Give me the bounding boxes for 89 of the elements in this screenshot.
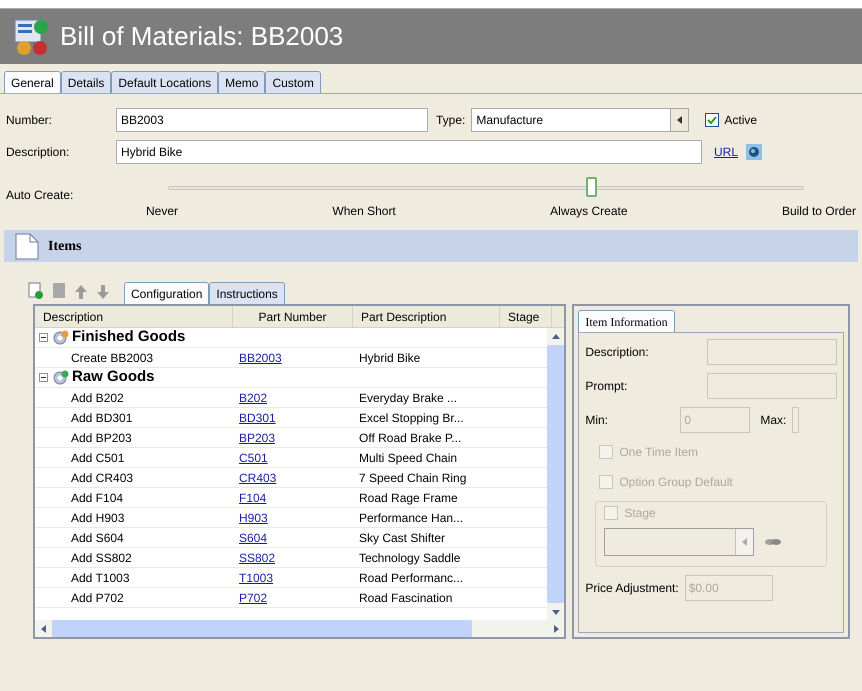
tab[interactable]: Memo (218, 71, 266, 93)
part-number-link[interactable]: T1003 (239, 568, 274, 586)
table-cell-text: Performance Han... (358, 510, 464, 526)
part-number-link[interactable]: B202 (239, 388, 268, 406)
table-cell-text: Add H903 (70, 510, 126, 526)
table-cell-text: Road Performanc... (358, 570, 464, 586)
table-cell-text: 7 Speed Chain Ring (358, 470, 468, 486)
table-cell-text: Add T1003 (70, 570, 130, 586)
table-cell-text: Add BP203 (70, 430, 133, 446)
table-cell-text: Everyday Brake ... (358, 390, 458, 406)
active-checkbox[interactable] (705, 113, 720, 127)
globe-icon[interactable] (746, 144, 762, 160)
type-label: Type: (436, 112, 466, 129)
description-label: Description: (6, 144, 70, 161)
gear-icon (51, 370, 69, 386)
tab[interactable]: General (4, 71, 61, 93)
table-cell-text: Add BD301 (70, 410, 134, 426)
auto-create-label: Auto Create: (6, 187, 74, 204)
scroll-up-icon[interactable] (550, 332, 561, 342)
collapse-icon[interactable] (39, 333, 48, 342)
active-label: Active (724, 112, 758, 129)
table-cell-text: Add SS802 (70, 550, 133, 566)
description-label: Description: (585, 344, 649, 361)
table-cell-text: Excel Stopping Br... (358, 410, 465, 426)
column-header[interactable]: Part Description (353, 306, 500, 327)
slider-stop-label: Build to Order (782, 203, 856, 220)
table-cell-text: Sky Cast Shifter (358, 530, 446, 546)
collapse-icon[interactable] (39, 373, 48, 382)
table-cell-text: Multi Speed Chain (358, 450, 458, 466)
gear-icon (51, 330, 69, 346)
table-cell-text: Off Road Brake P... (358, 430, 462, 446)
group-label: Raw Goods (72, 367, 155, 388)
tab[interactable]: Details (60, 71, 112, 93)
items-title: Items (48, 238, 82, 256)
number-label: Number: (6, 112, 54, 129)
horizontal-scrollbar[interactable] (35, 620, 564, 637)
part-number-link[interactable]: BB2003 (239, 348, 282, 366)
min-label: Min: (585, 412, 609, 429)
group-label: Finished Goods (72, 328, 186, 348)
document-icon (14, 232, 40, 260)
tab[interactable]: Instructions (209, 282, 285, 304)
add-document-icon[interactable] (28, 282, 44, 300)
slider-thumb[interactable] (586, 177, 597, 197)
description-field[interactable]: Hybrid Bike (116, 140, 702, 164)
part-number-link[interactable]: S604 (239, 528, 268, 546)
tab[interactable]: Custom (265, 71, 321, 93)
table-cell-text: Road Fascination (358, 590, 454, 606)
prompt-label: Prompt: (585, 378, 628, 395)
document-icon[interactable] (52, 282, 66, 300)
part-number-link[interactable]: C501 (239, 448, 268, 466)
column-header[interactable]: Part Number (233, 306, 353, 327)
table-cell-text: Add S604 (70, 530, 125, 546)
table-cell-text: Add C501 (70, 450, 126, 466)
max-label: Max: (760, 412, 786, 429)
column-header[interactable]: Description (35, 306, 233, 327)
table-cell-text: Technology Saddle (358, 550, 462, 566)
type-dropdown[interactable]: Manufacture (471, 108, 690, 132)
table-cell-text: Add CR403 (70, 470, 134, 486)
table-cell-text: Add B202 (70, 390, 125, 406)
table-cell-text: Add F104 (70, 490, 124, 506)
part-number-link[interactable]: H903 (239, 508, 268, 526)
scroll-left-icon[interactable] (38, 624, 48, 634)
checkbox-label: Option Group Default (619, 474, 733, 491)
slider-stop-label: When Short (332, 203, 396, 220)
dropdown-arrow-icon[interactable] (674, 115, 685, 125)
part-number-link[interactable]: BD301 (239, 408, 276, 426)
url-link[interactable]: URL (714, 143, 738, 161)
table-cell-text: Create BB2003 (70, 350, 154, 366)
number-field[interactable]: BB2003 (116, 108, 428, 132)
table-cell-text: Hybrid Bike (358, 350, 422, 366)
tab[interactable]: Default Locations (111, 71, 218, 93)
part-number-link[interactable]: P702 (239, 588, 268, 606)
part-number-link[interactable]: SS802 (239, 548, 276, 566)
table-cell-text: Add P702 (70, 590, 125, 606)
slider-stop-label: Never (146, 203, 178, 220)
up-arrow-icon[interactable] (74, 284, 88, 300)
slider-stop-label: Always Create (550, 203, 628, 220)
window-title: Bill of Materials: BB2003 (60, 20, 344, 53)
part-number-link[interactable]: BP203 (239, 428, 276, 446)
vertical-scrollbar[interactable] (547, 328, 564, 620)
part-number-link[interactable]: CR403 (239, 468, 276, 486)
table-cell-text: Road Rage Frame (358, 490, 459, 506)
part-number-link[interactable]: F104 (239, 488, 266, 506)
price-adjustment-label: Price Adjustment: (585, 580, 679, 597)
column-header[interactable]: Stage (500, 306, 552, 327)
checkbox-label: One Time Item (619, 444, 698, 461)
stage-label: Stage (624, 505, 656, 522)
down-arrow-icon[interactable] (96, 284, 110, 300)
tab[interactable]: Configuration (124, 282, 210, 304)
